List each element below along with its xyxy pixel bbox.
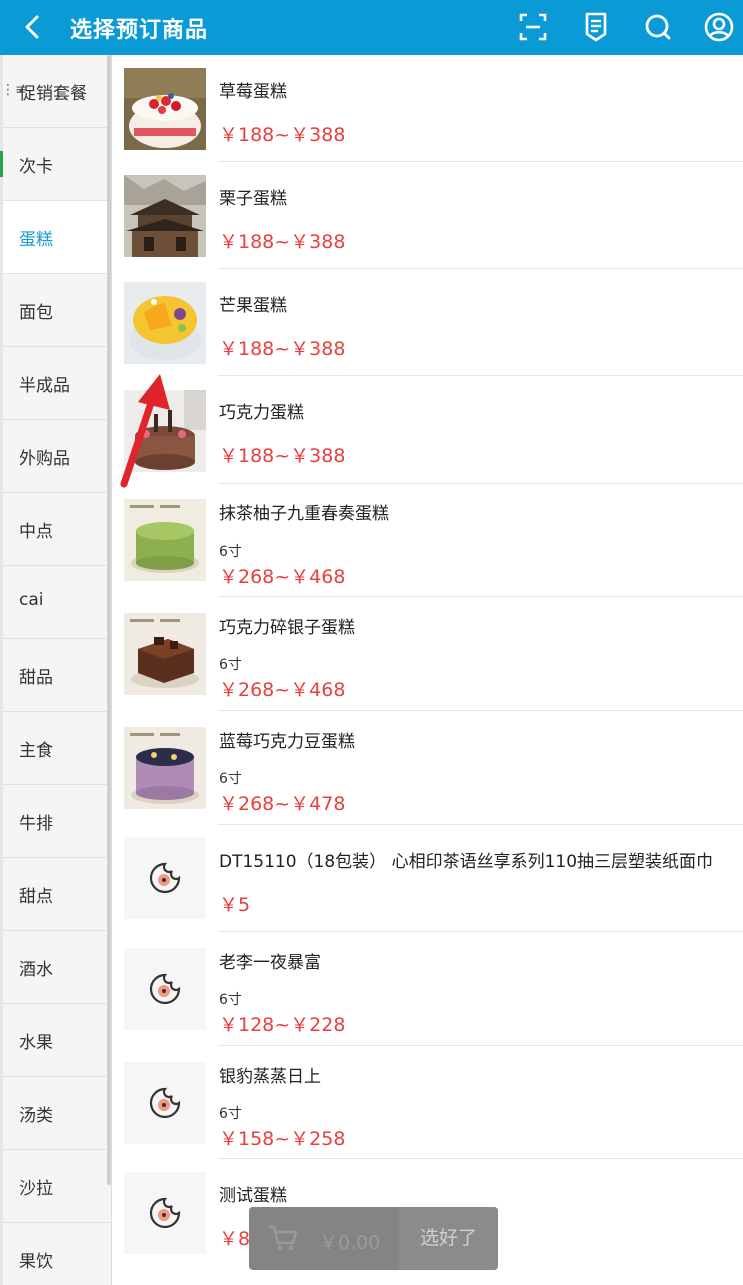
cart-bar[interactable]: ￥0.00 选好了 [249, 1207, 498, 1270]
sidebar-item-drinks[interactable]: 酒水 [3, 931, 111, 1004]
sidebar-item-bread[interactable]: 面包 [3, 274, 111, 347]
chestnut-cake-image [124, 175, 206, 257]
cookie-placeholder-icon [149, 1197, 181, 1229]
app-header: 选择预订商品 [0, 0, 743, 55]
blueberry-cake-image [124, 727, 206, 809]
sidebar-scrollbar[interactable] [107, 55, 111, 1185]
scan-icon[interactable] [517, 11, 549, 43]
back-chevron-icon[interactable] [18, 12, 48, 42]
sidebar-item-purchased[interactable]: 外购品 [3, 420, 111, 493]
cart-icon[interactable] [267, 1223, 299, 1253]
sidebar-item-card[interactable]: 次卡 [3, 128, 111, 201]
list-item[interactable]: 草莓蛋糕 ￥188~￥388 [112, 55, 743, 162]
cookie-placeholder-icon [149, 1087, 181, 1119]
product-image-placeholder [124, 1062, 206, 1144]
category-sidebar: ⋮≡ 促销套餐 次卡 蛋糕 面包 半成品 外购品 中点 cai 甜品 主食 牛排… [0, 55, 112, 1285]
list-item[interactable]: 巧克力碎银子蛋糕 6寸 ￥268~￥468 [112, 597, 743, 711]
sidebar-item-soup[interactable]: 汤类 [3, 1077, 111, 1150]
mango-cake-image [124, 282, 206, 364]
sidebar-item-cake[interactable]: 蛋糕 [3, 201, 111, 274]
product-image-placeholder [124, 1172, 206, 1254]
product-image-placeholder [124, 837, 206, 919]
chocolate-block-cake-image [124, 613, 206, 695]
cookie-placeholder-icon [149, 973, 181, 1005]
list-item[interactable]: 蓝莓巧克力豆蛋糕 6寸 ￥268~￥478 [112, 711, 743, 825]
list-item[interactable]: 抹茶柚子九重春奏蛋糕 6寸 ￥268~￥468 [112, 484, 743, 597]
sidebar-item-dessert[interactable]: 甜品 [3, 639, 111, 712]
product-image-placeholder [124, 948, 206, 1030]
cookie-placeholder-icon [149, 862, 181, 894]
sidebar-item-steak[interactable]: 牛排 [3, 785, 111, 858]
sidebar-item-salad[interactable]: 沙拉 [3, 1150, 111, 1223]
sidebar-item-sweets[interactable]: 甜点 [3, 858, 111, 931]
cart-total: ￥0.00 [319, 1232, 381, 1254]
sidebar-item-cai[interactable]: cai [3, 566, 111, 639]
strawberry-cake-image [124, 68, 206, 150]
confirm-button[interactable]: 选好了 [399, 1207, 498, 1270]
search-icon[interactable] [642, 11, 674, 43]
list-item[interactable]: 芒果蛋糕 ￥188~￥388 [112, 269, 743, 376]
matcha-cake-image [124, 499, 206, 581]
annotation-arrow [120, 374, 170, 488]
user-icon[interactable] [703, 11, 735, 43]
sidebar-item-semi[interactable]: 半成品 [3, 347, 111, 420]
sidebar-item-juice[interactable]: 果饮 [3, 1223, 111, 1285]
list-item[interactable]: 栗子蛋糕 ￥188~￥388 [112, 162, 743, 269]
list-item[interactable]: 银豹蒸蒸日上 6寸 ￥158~￥258 [112, 1046, 743, 1159]
list-item[interactable]: 巧克力蛋糕 ￥188~￥388 [112, 376, 743, 484]
sidebar-item-fruit[interactable]: 水果 [3, 1004, 111, 1077]
sidebar-item-promo[interactable]: ⋮≡ 促销套餐 [1, 55, 111, 128]
page-title: 选择预订商品 [70, 18, 209, 43]
list-item[interactable]: 老李一夜暴富 6寸 ￥128~￥228 [112, 932, 743, 1046]
sidebar-item-dimsum[interactable]: 中点 [3, 493, 111, 566]
receipt-icon[interactable] [580, 11, 612, 43]
list-item[interactable]: DT15110（18包装） 心相印茶语丝享系列110抽三层塑装纸面巾 ￥5 [112, 825, 743, 932]
sidebar-item-staple[interactable]: 主食 [3, 712, 111, 785]
